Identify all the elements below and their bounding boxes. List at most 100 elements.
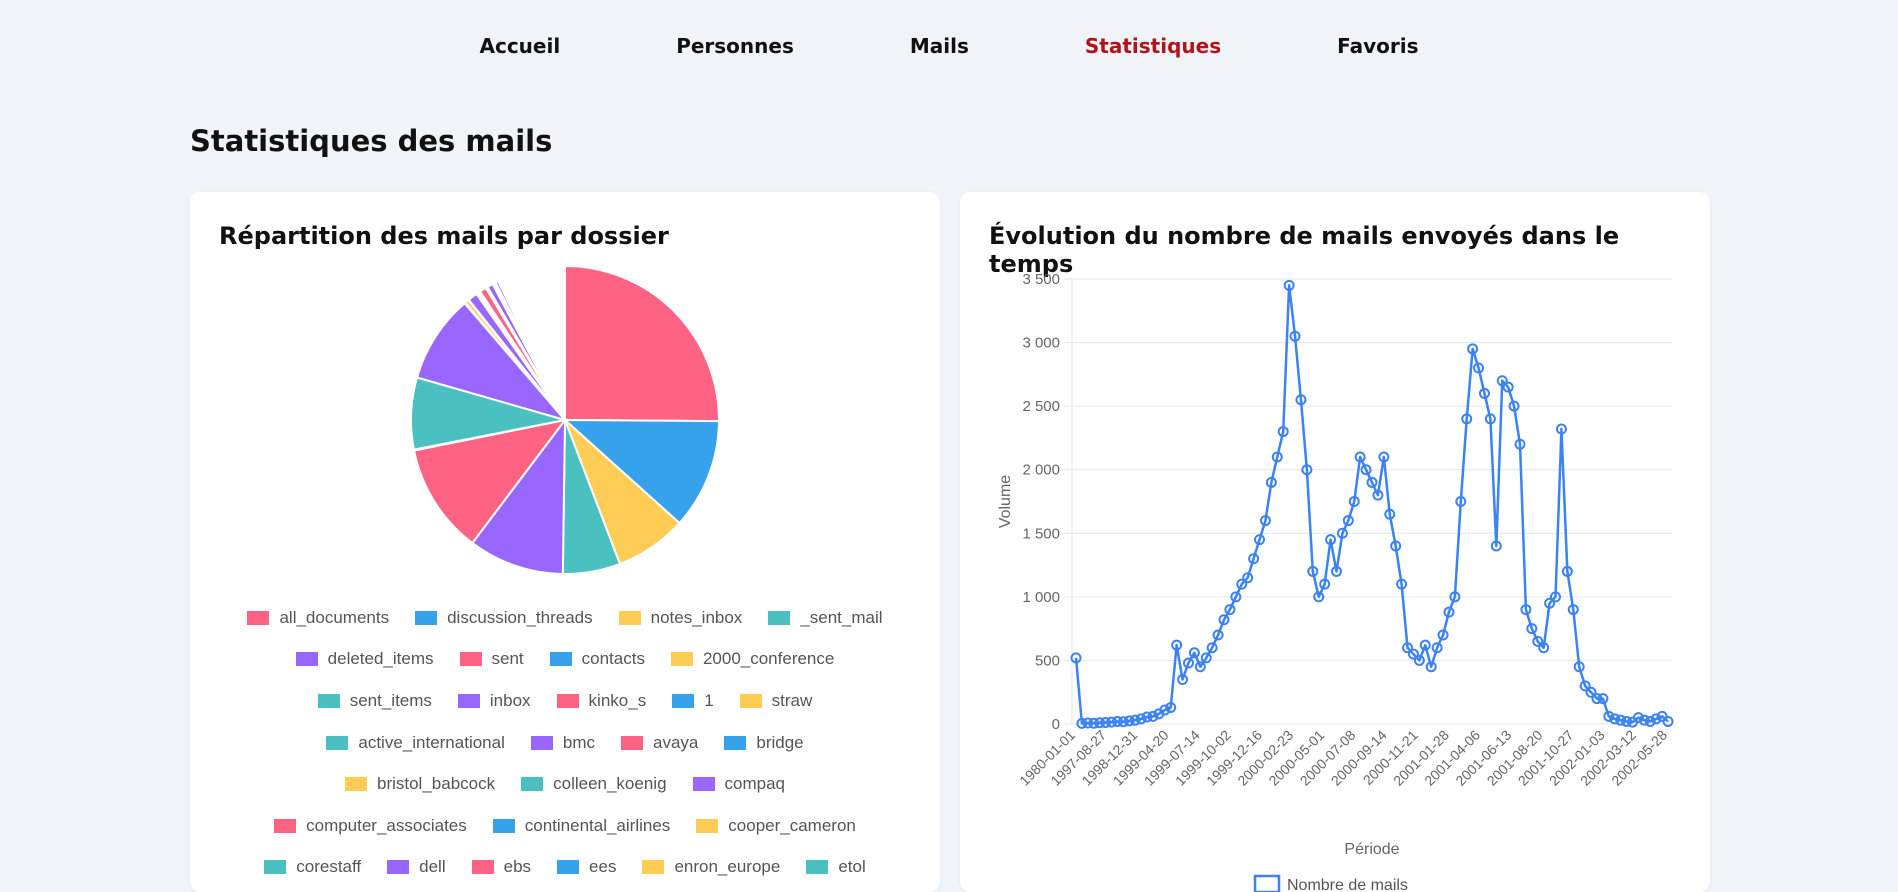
- legend-swatch: [415, 610, 438, 625]
- legend-swatch: [521, 777, 544, 792]
- pie-legend-item[interactable]: 2000_conference: [670, 649, 834, 669]
- legend-label: avaya: [652, 732, 699, 752]
- nav-statistiques[interactable]: Statistiques: [1027, 28, 1279, 64]
- legend-swatch: [274, 818, 297, 833]
- legend-swatch: [387, 860, 410, 875]
- pie-chart-title: Répartition des mails par dossier: [219, 222, 669, 250]
- legend-label: enron_europe: [674, 857, 781, 877]
- main-nav: Accueil Personnes Mails Statistiques Fav…: [0, 28, 1898, 64]
- pie-legend-item[interactable]: _sent_mail: [768, 607, 883, 628]
- pie-legend-item[interactable]: bristol_babcock: [344, 774, 495, 794]
- legend-swatch: [672, 693, 695, 708]
- nav-personnes[interactable]: Personnes: [618, 28, 852, 64]
- line-legend[interactable]: Nombre de mails: [1253, 874, 1408, 892]
- pie-legend-item[interactable]: bridge: [724, 732, 804, 753]
- folder-distribution-card: Répartition des mails par dossier all_do…: [190, 192, 940, 892]
- pie-legend-item[interactable]: sent: [459, 649, 524, 669]
- legend-label: dell: [419, 857, 446, 877]
- legend-swatch: [317, 693, 340, 708]
- legend-label: ees: [589, 857, 617, 877]
- nav-accueil[interactable]: Accueil: [421, 28, 618, 64]
- legend-label: computer_associates: [306, 815, 467, 835]
- pie-legend-item[interactable]: continental_airlines: [492, 816, 670, 836]
- legend-label: notes_inbox: [650, 607, 743, 627]
- pie-legend-row: active_international bmc avaya bridge: [210, 722, 920, 764]
- page-title: Statistiques des mails: [190, 124, 553, 158]
- pie-legend-item[interactable]: ebs: [471, 857, 532, 877]
- y-tick-label: 500: [1035, 652, 1060, 669]
- pie-legend: all_documents discussion_threads notes_inb…: [210, 597, 920, 888]
- pie-legend-item[interactable]: computer_associates: [274, 816, 467, 836]
- legend-label: 1: [704, 690, 714, 710]
- legend-label: sent_items: [349, 690, 432, 710]
- pie-legend-item[interactable]: notes_inbox: [618, 607, 743, 628]
- y-tick-label: 2 500: [1022, 398, 1060, 415]
- pie-legend-item[interactable]: colleen_koenig: [521, 774, 667, 794]
- legend-label: _sent_mail: [800, 607, 883, 627]
- legend-swatch: [739, 693, 762, 708]
- legend-swatch: [557, 860, 580, 875]
- pie-legend-item[interactable]: contacts: [549, 649, 645, 669]
- pie-legend-item[interactable]: kinko_s: [556, 691, 646, 711]
- legend-label: bridge: [756, 732, 804, 752]
- legend-label: ebs: [503, 857, 532, 877]
- pie-legend-row: deleted_items sent contacts 2000_conference: [210, 639, 920, 681]
- pie-legend-item[interactable]: dell: [387, 857, 446, 877]
- legend-label: contacts: [581, 649, 645, 669]
- legend-swatch: [724, 735, 747, 750]
- legend-swatch: [618, 610, 641, 625]
- y-tick-label: 3 500: [1022, 271, 1060, 288]
- pie-legend-item[interactable]: discussion_threads: [415, 608, 593, 628]
- legend-swatch: [530, 735, 553, 750]
- nav-favoris[interactable]: Favoris: [1279, 28, 1476, 64]
- pie-legend-item[interactable]: avaya: [620, 732, 699, 753]
- pie-legend-item[interactable]: ees: [557, 857, 616, 877]
- y-tick-label: 1 000: [1022, 589, 1060, 606]
- legend-swatch: [344, 777, 367, 792]
- pie-legend-item[interactable]: corestaff: [264, 857, 361, 877]
- legend-swatch: [806, 860, 829, 875]
- legend-label: bmc: [562, 732, 595, 752]
- legend-label: discussion_threads: [447, 607, 593, 627]
- legend-swatch: [692, 777, 715, 792]
- nav-mails[interactable]: Mails: [852, 28, 1027, 64]
- legend-label: colleen_koenig: [553, 774, 667, 794]
- legend-label: active_international: [358, 732, 505, 752]
- legend-swatch: [295, 652, 318, 667]
- pie-legend-item[interactable]: cooper_cameron: [696, 816, 856, 836]
- pie-legend-item[interactable]: inbox: [457, 690, 531, 711]
- legend-swatch: [457, 693, 480, 708]
- y-tick-label: 1 500: [1022, 525, 1060, 542]
- pie-legend-item[interactable]: compaq: [692, 774, 786, 794]
- pie-legend-item[interactable]: deleted_items: [295, 649, 434, 669]
- legend-label: inbox: [489, 690, 531, 710]
- legend-swatch: [264, 860, 287, 875]
- legend-label: compaq: [724, 774, 786, 794]
- pie-legend-row: bristol_babcock colleen_koenig compaq: [210, 763, 920, 805]
- legend-swatch: [670, 652, 693, 667]
- pie-slice-all_documents[interactable]: [564, 264, 720, 423]
- pie-legend-item[interactable]: all_documents: [247, 608, 389, 628]
- pie-legend-item[interactable]: etol: [806, 857, 866, 877]
- line-series: [1074, 284, 1669, 725]
- legend-swatch: [620, 735, 643, 750]
- y-axis-label: Volume: [997, 475, 1014, 528]
- pie-legend-row: computer_associates continental_airlines c…: [210, 805, 920, 847]
- pie-legend-item[interactable]: bmc: [530, 732, 595, 753]
- line-legend-label: Nombre de mails: [1287, 877, 1408, 892]
- pie-legend-item[interactable]: enron_europe: [642, 857, 780, 877]
- legend-label: sent: [491, 649, 524, 669]
- pie-legend-row: corestaff dell ebs ees enron_europe etol: [210, 847, 920, 889]
- pie-legend-item[interactable]: active_international: [326, 732, 505, 753]
- legend-swatch: [642, 860, 665, 875]
- legend-swatch: [492, 818, 515, 833]
- legend-swatch: [696, 818, 719, 833]
- pie-legend-item[interactable]: straw: [739, 691, 812, 711]
- pie-legend-item[interactable]: sent_items: [317, 690, 432, 711]
- legend-swatch: [556, 693, 579, 708]
- y-tick-label: 3 000: [1022, 335, 1060, 352]
- y-tick-label: 2 000: [1022, 462, 1060, 479]
- pie-legend-item[interactable]: 1: [672, 690, 714, 711]
- legend-label: cooper_cameron: [728, 815, 856, 835]
- legend-label: all_documents: [279, 607, 390, 627]
